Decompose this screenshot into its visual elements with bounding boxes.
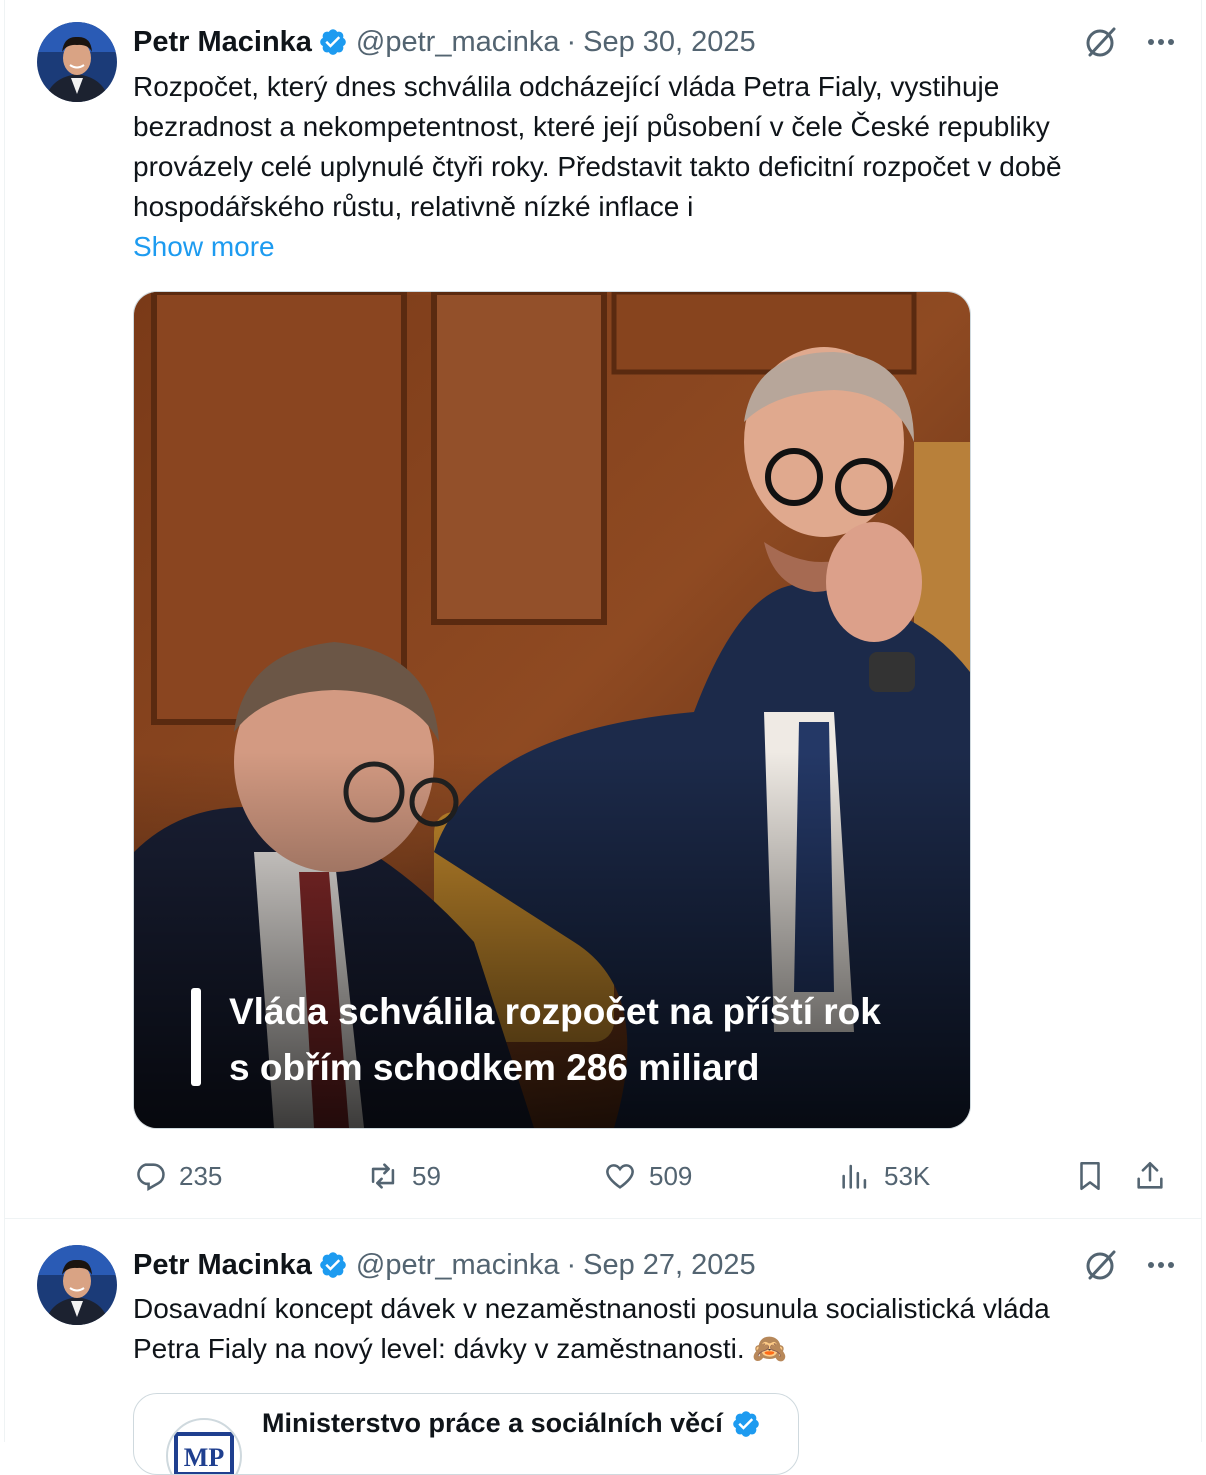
author-handle[interactable]: @petr_macinka [356,1249,560,1282]
avatar[interactable] [37,1245,117,1325]
like-count: 509 [649,1160,693,1191]
author-handle[interactable]: @petr_macinka [356,26,560,59]
tweet-top-actions [1083,24,1177,60]
tweet-text-line: bezradnost a nekompetentnost, které její… [133,111,1050,142]
verified-badge-icon [320,1252,346,1278]
tweet-date[interactable]: Sep 27, 2025 [583,1249,756,1282]
tweet-text: Dosavadní koncept dávek v nezaměstnanost… [133,1289,1183,1369]
bookmark-button[interactable] [1073,1152,1107,1200]
quoted-author-avatar: MP [166,1418,242,1474]
view-count: 53K [884,1160,931,1191]
avatar[interactable] [37,22,117,102]
show-more-link[interactable]: Show more [133,227,275,267]
tweet[interactable]: Petr Macinka @petr_macinka · Sep 30, 202… [5,0,1201,1219]
like-icon [606,1164,634,1189]
tweet-text-line: Dosavadní koncept dávek v nezaměstnanost… [133,1293,1050,1324]
reply-count: 235 [179,1160,223,1191]
grok-icon[interactable] [1083,24,1119,60]
reply-icon [137,1163,165,1191]
views-icon [842,1164,867,1189]
tweet-text-line: hospodářského růstu, relativně nízké inf… [133,191,694,222]
repost-icon [371,1163,395,1189]
separator-dot: · [566,1248,577,1281]
views-button[interactable]: 53K [838,1152,930,1200]
tweet[interactable]: Petr Macinka @petr_macinka · Sep 27, 202… [5,1219,1201,1475]
verified-badge-icon [732,1410,759,1437]
media-caption: Vláda schválila rozpočet na příští rok s… [229,984,949,1096]
quoted-author: Ministerstvo práce a sociálních věcí [262,1408,769,1439]
tweet-actions: 235 59 509 53K [133,1152,1173,1200]
tweet-header: Petr Macinka @petr_macinka · Sep 30, 202… [133,22,756,62]
verified-badge-icon [320,29,346,55]
repost-count: 59 [412,1160,441,1191]
quoted-tweet[interactable]: MP Ministerstvo práce a sociálních věcí [133,1393,799,1475]
tweet-date[interactable]: Sep 30, 2025 [583,26,756,59]
repost-button[interactable]: 59 [366,1152,441,1200]
quoted-author-name: Ministerstvo práce a sociálních věcí [262,1408,723,1438]
reply-button[interactable]: 235 [133,1152,222,1200]
more-icon[interactable] [1145,26,1177,58]
timeline-border-right [1201,0,1202,1442]
tweet-text-line: Rozpočet, který dnes schválila odcházejí… [133,71,1000,102]
share-icon [1137,1161,1163,1189]
media-caption-line: Vláda schválila rozpočet na příští rok [229,991,881,1032]
tweet-text: Rozpočet, který dnes schválila odcházejí… [133,67,1183,227]
author-name[interactable]: Petr Macinka [133,26,312,59]
author-name[interactable]: Petr Macinka [133,1249,312,1282]
tweet-header: Petr Macinka @petr_macinka · Sep 27, 202… [133,1245,756,1285]
media-caption-line: s obřím schodkem 286 miliard [229,1047,760,1088]
share-button[interactable] [1133,1152,1167,1200]
bookmark-icon [1080,1161,1100,1191]
caption-accent-bar [191,988,201,1086]
tweet-top-actions [1083,1247,1177,1283]
grok-icon[interactable] [1083,1247,1119,1283]
tweet-media-image[interactable]: Vláda schválila rozpočet na příští rok s… [133,291,971,1129]
like-button[interactable]: 509 [603,1152,692,1200]
tweet-text-line: provázely celé uplynulé čtyři roky. Před… [133,151,1062,182]
more-icon[interactable] [1145,1249,1177,1281]
separator-dot: · [566,25,577,58]
tweet-text-line: Petra Fialy na nový level: dávky v zaměs… [133,1333,788,1364]
ministry-logo-text: MP [184,1443,225,1472]
